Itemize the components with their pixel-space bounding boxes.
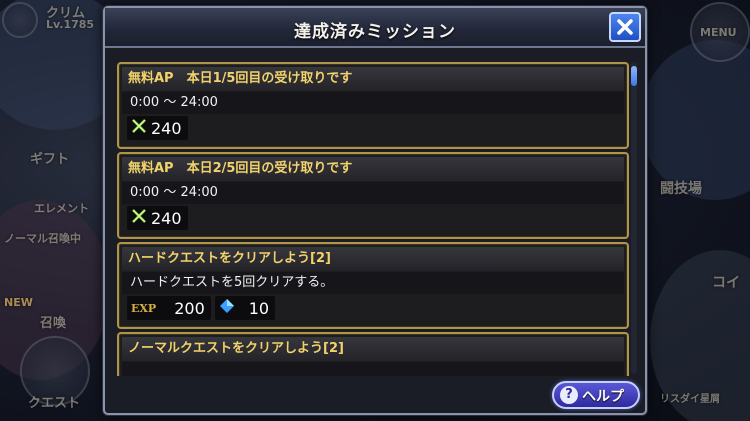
help-button[interactable]: ? ヘルプ [552, 381, 640, 409]
mission-card: 無料AP 本日1/5回目の受け取りです 0:00 〜 24:00 240 [117, 62, 629, 149]
exp-icon: EXP [131, 301, 157, 315]
mission-rewards: 240 [127, 116, 627, 142]
mission-desc [122, 362, 624, 376]
close-button[interactable] [609, 12, 641, 42]
mission-card: 無料AP 本日2/5回目の受け取りです 0:00 〜 24:00 240 [117, 152, 629, 239]
mission-title: ノーマルクエストをクリアしよう[2] [122, 337, 624, 361]
mission-card: ハードクエストをクリアしよう[2] ハードクエストを5回クリアする。 EXP 2… [117, 242, 629, 329]
reward-value: 200 [174, 298, 205, 318]
list-scrollbar[interactable] [631, 62, 637, 374]
mission-desc: 0:00 〜 24:00 [122, 182, 624, 204]
scrollbar-thumb[interactable] [631, 66, 637, 86]
mission-rewards: 240 [127, 206, 627, 232]
normal-summon-label: ノーマル召喚中 [4, 232, 81, 245]
dialog-title: 達成済みミッション [294, 22, 456, 42]
reward-value: 240 [151, 208, 182, 228]
mission-title: 無料AP 本日2/5回目の受け取りです [122, 157, 624, 181]
menu-label: MENU [700, 26, 737, 39]
arena-label[interactable]: 闘技場 [660, 178, 702, 198]
mission-desc: 0:00 〜 24:00 [122, 92, 624, 114]
completed-missions-dialog: 達成済みミッション 無料AP 本日1/5回目の受け取りです 0:00 〜 24:… [103, 6, 647, 415]
reward-exp: EXP 200 [127, 296, 211, 320]
reward-ap: 240 [127, 206, 188, 230]
mission-title: 無料AP 本日1/5回目の受け取りです [122, 67, 624, 91]
new-badge: NEW [4, 296, 33, 309]
close-x-icon [617, 19, 633, 35]
bottom-right-label: リスダイ星屑 [660, 394, 720, 405]
ap-swords-icon [131, 208, 147, 228]
mission-desc: ハードクエストを5回クリアする。 [122, 272, 624, 294]
help-label: ヘルプ [582, 389, 624, 405]
summon-label[interactable]: 召喚 [40, 312, 66, 331]
reward-value: 10 [248, 298, 270, 318]
mission-card: ノーマルクエストをクリアしよう[2] [117, 332, 629, 376]
quest-label: クエスト [28, 396, 81, 411]
crystal-icon [219, 298, 235, 318]
player-avatar[interactable] [2, 2, 38, 38]
reward-crystal: 10 [214, 296, 276, 320]
event-label[interactable]: エレメント [34, 200, 89, 216]
coin-label[interactable]: コイ [712, 272, 740, 292]
question-icon: ? [560, 386, 578, 404]
player-level: Lv.1785 [46, 18, 95, 31]
mission-list[interactable]: 無料AP 本日1/5回目の受け取りです 0:00 〜 24:00 240 無料A… [117, 62, 629, 376]
dialog-header: 達成済みミッション [105, 8, 645, 48]
mission-title: ハードクエストをクリアしよう[2] [122, 247, 624, 271]
gift-label[interactable]: ギフト [30, 148, 69, 167]
mission-rewards: EXP 200 10 [127, 296, 627, 322]
ap-swords-icon [131, 118, 147, 138]
reward-ap: 240 [127, 116, 188, 140]
reward-value: 240 [151, 118, 182, 138]
